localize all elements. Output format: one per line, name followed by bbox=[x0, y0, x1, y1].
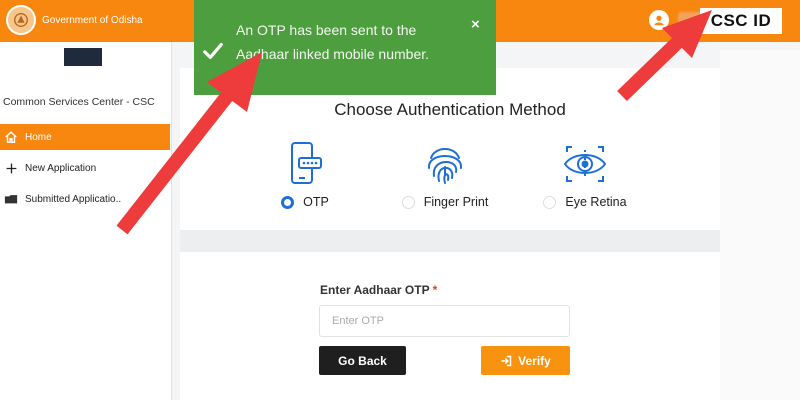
go-back-button[interactable]: Go Back bbox=[319, 346, 406, 375]
brand-text: Government of Odisha bbox=[42, 14, 143, 26]
otp-input[interactable] bbox=[319, 305, 570, 337]
check-icon bbox=[203, 42, 223, 60]
method-label: Finger Print bbox=[423, 195, 489, 209]
right-panel bbox=[720, 50, 800, 400]
otp-sent-toast: An OTP has been sent to the Aadhaar link… bbox=[194, 0, 496, 95]
sidebar-logo bbox=[64, 48, 102, 66]
sidebar-item-home[interactable]: Home bbox=[0, 124, 170, 150]
state-emblem-icon bbox=[6, 5, 36, 35]
auth-method-title: Choose Authentication Method bbox=[334, 100, 566, 119]
sign-in-icon bbox=[501, 355, 512, 366]
sidebar-title: Common Services Center - CSC bbox=[3, 96, 155, 108]
otp-label-text: Enter Aadhaar OTP bbox=[320, 283, 430, 297]
sidebar-item-submitted-applications[interactable]: Submitted Applicatio.. bbox=[0, 186, 170, 212]
plus-icon bbox=[4, 161, 18, 175]
sidebar-item-label: Submitted Applicatio.. bbox=[25, 193, 122, 205]
go-back-label: Go Back bbox=[338, 353, 387, 368]
eye-retina-radio[interactable] bbox=[543, 195, 557, 209]
otp-form: Enter Aadhaar OTP* Go Back Verify bbox=[180, 252, 720, 400]
csc-id-label: CSC ID bbox=[700, 8, 782, 34]
home-icon bbox=[4, 130, 18, 144]
verify-label: Verify bbox=[518, 353, 551, 368]
toast-message: An OTP has been sent to the Aadhaar link… bbox=[236, 22, 430, 62]
folder-icon bbox=[4, 192, 18, 206]
verify-button[interactable]: Verify bbox=[481, 346, 570, 375]
eye-retina-icon bbox=[561, 140, 609, 188]
required-mark: * bbox=[432, 283, 438, 297]
method-label: Eye Retina bbox=[565, 195, 627, 209]
method-label: OTP bbox=[303, 195, 329, 209]
method-eye-retina[interactable]: Eye Retina bbox=[520, 140, 650, 209]
close-icon[interactable]: × bbox=[471, 16, 480, 33]
fingerprint-icon bbox=[421, 140, 469, 188]
sidebar-item-label: New Application bbox=[25, 162, 97, 174]
phone-otp-icon bbox=[281, 140, 329, 188]
section-divider bbox=[180, 230, 720, 252]
method-finger-print[interactable]: Finger Print bbox=[380, 140, 510, 209]
finger-print-radio[interactable] bbox=[401, 195, 415, 209]
sidebar-item-label: Home bbox=[25, 131, 52, 143]
method-otp[interactable]: OTP bbox=[240, 140, 370, 209]
sidebar-item-new-application[interactable]: New Application bbox=[0, 155, 170, 181]
sidebar: Common Services Center - CSC Home New Ap… bbox=[0, 42, 172, 400]
otp-radio[interactable] bbox=[281, 195, 295, 209]
brand[interactable]: Government of Odisha bbox=[6, 5, 143, 35]
user-icon[interactable] bbox=[649, 10, 669, 30]
otp-field-label: Enter Aadhaar OTP * bbox=[320, 283, 437, 297]
